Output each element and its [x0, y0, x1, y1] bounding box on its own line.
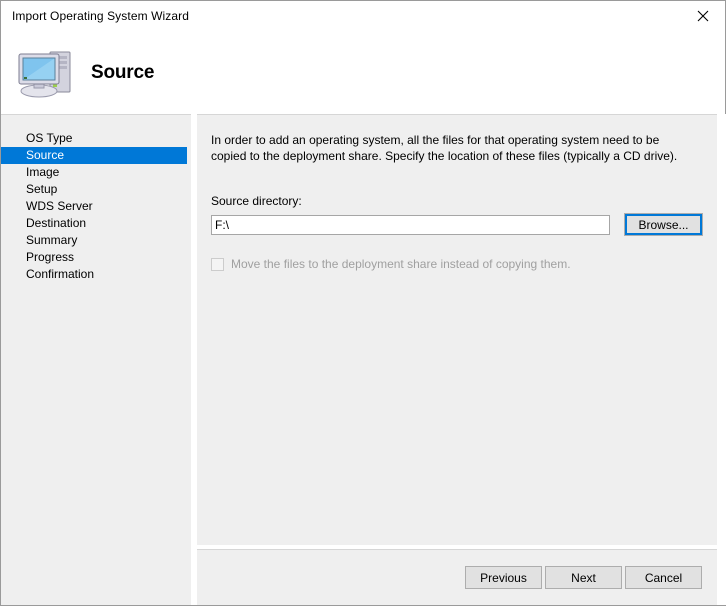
browse-button[interactable]: Browse...: [624, 213, 703, 236]
next-button[interactable]: Next: [545, 566, 622, 589]
sidebar-item-label: Summary: [26, 233, 77, 247]
sidebar-item-label: Destination: [26, 216, 86, 230]
sidebar-item-image[interactable]: Image: [1, 164, 191, 181]
sidebar-item-label: Setup: [26, 182, 57, 196]
sidebar-item-label: Source: [26, 148, 64, 162]
sidebar-item-label: WDS Server: [26, 199, 93, 213]
wizard-step-list: OS Type Source Image Setup WDS Server De…: [1, 114, 191, 605]
sidebar-item-confirmation[interactable]: Confirmation: [1, 266, 191, 283]
browse-button-label: Browse...: [638, 218, 688, 232]
instructions-text: In order to add an operating system, all…: [211, 132, 689, 164]
wizard-body: OS Type Source Image Setup WDS Server De…: [1, 114, 725, 605]
close-button[interactable]: [680, 1, 725, 30]
wizard-right-column: In order to add an operating system, all…: [191, 114, 726, 605]
page-title: Source: [91, 62, 154, 84]
computer-icon: [11, 40, 83, 106]
source-directory-input[interactable]: [211, 215, 610, 235]
sidebar-item-progress[interactable]: Progress: [1, 249, 191, 266]
sidebar-item-source[interactable]: Source: [1, 147, 187, 164]
window-title: Import Operating System Wizard: [1, 9, 189, 23]
next-button-label: Next: [571, 571, 596, 585]
wizard-window: Import Operating System Wizard: [0, 0, 726, 606]
sidebar-item-label: Confirmation: [26, 267, 94, 281]
move-files-label: Move the files to the deployment share i…: [231, 257, 571, 271]
sidebar-item-summary[interactable]: Summary: [1, 232, 191, 249]
sidebar-item-destination[interactable]: Destination: [1, 215, 191, 232]
sidebar-item-os-type[interactable]: OS Type: [1, 130, 191, 147]
move-files-checkbox: [211, 258, 224, 271]
source-directory-label: Source directory:: [211, 194, 703, 208]
source-directory-row: Browse...: [211, 213, 703, 236]
previous-button[interactable]: Previous: [465, 566, 542, 589]
move-files-row: Move the files to the deployment share i…: [211, 257, 703, 271]
sidebar-item-label: Progress: [26, 250, 74, 264]
close-icon: [697, 10, 709, 22]
previous-button-label: Previous: [480, 571, 527, 585]
content-panel: In order to add an operating system, all…: [197, 114, 717, 545]
sidebar-item-label: Image: [26, 165, 59, 179]
wizard-banner: Source: [1, 31, 725, 114]
sidebar-item-wds-server[interactable]: WDS Server: [1, 198, 191, 215]
cancel-button[interactable]: Cancel: [625, 566, 702, 589]
wizard-footer: Previous Next Cancel: [197, 549, 717, 605]
cancel-button-label: Cancel: [645, 571, 682, 585]
sidebar-item-setup[interactable]: Setup: [1, 181, 191, 198]
sidebar-item-label: OS Type: [26, 131, 72, 145]
title-bar: Import Operating System Wizard: [1, 1, 725, 31]
